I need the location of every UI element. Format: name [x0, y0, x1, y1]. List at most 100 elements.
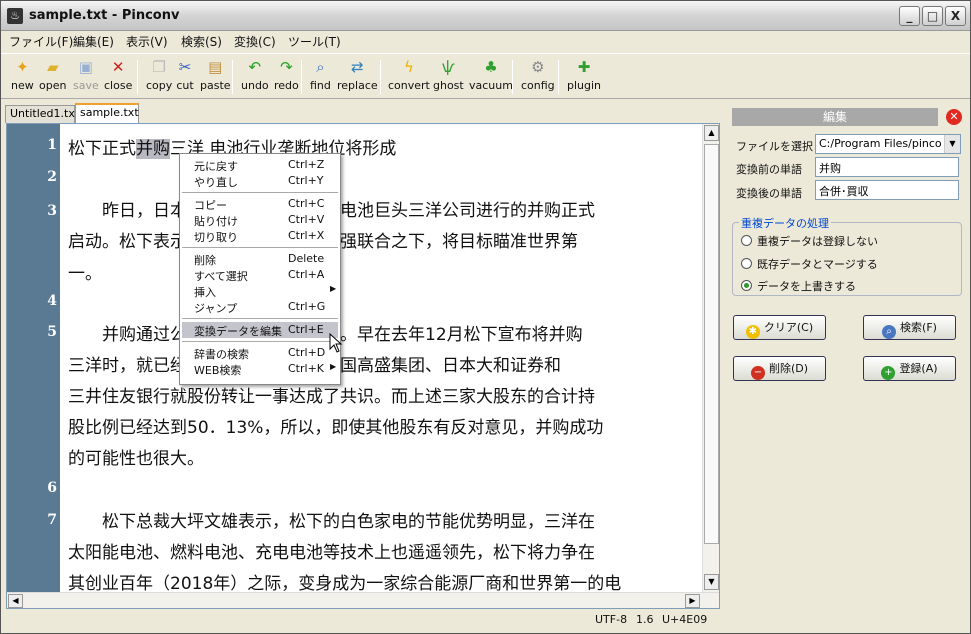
paste-button[interactable]: ▤ paste — [200, 58, 231, 98]
close-window-button[interactable]: X — [945, 6, 966, 26]
horizontal-scrollbar[interactable]: ◀ ▶ — [7, 592, 719, 608]
scissors-icon: ✂ — [178, 58, 192, 76]
toolbar-label: close — [104, 79, 133, 92]
cut-button[interactable]: ✂ cut — [176, 58, 194, 98]
delete-button[interactable]: − 削除(D) — [733, 356, 826, 381]
context-menu-item[interactable]: やり直し Ctrl+Y — [182, 173, 338, 189]
search-button[interactable]: ⌕ 検索(F) — [863, 315, 956, 340]
toolbar-label: find — [310, 79, 331, 92]
title-bar[interactable]: ♨ sample.txt - Pinconv _ □ X — [1, 1, 970, 31]
chevron-down-icon[interactable]: ▼ — [944, 135, 960, 153]
scroll-left-icon[interactable]: ◀ — [8, 594, 23, 608]
clear-star-icon: ✱ — [745, 325, 760, 339]
radio-no-register[interactable]: 重複データは登録しない — [741, 233, 878, 249]
maximize-button[interactable]: □ — [922, 6, 943, 26]
context-menu-item[interactable]: 変換データを編集 Ctrl+E — [182, 322, 338, 338]
menu-item-shortcut: Ctrl+Y — [288, 174, 324, 187]
scroll-up-icon[interactable]: ▲ — [704, 125, 719, 141]
menu-item-shortcut: Ctrl+D — [288, 346, 326, 359]
toolbar-label: vacuum — [469, 79, 513, 92]
menu-edit[interactable]: 編集(E) — [73, 33, 114, 50]
menu-item-shortcut: Ctrl+G — [288, 300, 326, 313]
after-word-label: 変換後の単語 — [736, 187, 802, 200]
context-menu-item[interactable]: 辞書の検索 Ctrl+D — [182, 345, 338, 361]
scroll-down-icon[interactable]: ▼ — [704, 574, 719, 590]
clear-button[interactable]: ✱ クリア(C) — [733, 315, 826, 340]
context-menu-item[interactable]: 挿入 ▶ — [182, 283, 338, 299]
scroll-right-icon[interactable]: ▶ — [685, 594, 700, 608]
ghost-button[interactable]: ѱ ghost — [433, 58, 464, 98]
menu-item-label: コピー — [194, 199, 227, 212]
radio-merge[interactable]: 既存データとマージする — [741, 256, 878, 272]
menu-item-label: 切り取り — [194, 231, 238, 244]
menu-item-shortcut: Delete — [288, 252, 325, 265]
vacuum-button[interactable]: ♣ vacuum — [469, 58, 513, 98]
replace-icon: ⇄ — [351, 58, 364, 76]
submenu-arrow-icon: ▶ — [330, 284, 337, 293]
redo-button[interactable]: ↷ redo — [274, 58, 299, 98]
open-button[interactable]: ▰ open — [39, 58, 66, 98]
menu-search[interactable]: 検索(S) — [181, 33, 222, 50]
context-menu-item[interactable]: コピー Ctrl+C — [182, 196, 338, 212]
replace-button[interactable]: ⇄ replace — [337, 58, 378, 98]
menu-item-shortcut: Ctrl+Z — [288, 158, 325, 171]
context-menu-item[interactable]: 貼り付け Ctrl+V — [182, 212, 338, 228]
context-menu-item[interactable]: WEB検索 Ctrl+K ▶ — [182, 361, 338, 377]
toolbar-label: new — [11, 79, 34, 92]
toolbar-separator — [301, 60, 302, 94]
toolbar-label: open — [39, 79, 67, 92]
register-button[interactable]: + 登録(A) — [863, 356, 956, 381]
menu-view[interactable]: 表示(V) — [126, 33, 168, 50]
menu-item-label: 削除 — [194, 254, 216, 267]
config-button[interactable]: ⚙ config — [521, 58, 555, 98]
context-menu-item[interactable]: 元に戻す Ctrl+Z — [182, 157, 338, 173]
context-menu: 元に戻す Ctrl+Z やり直し Ctrl+Y コピー Ctrl+C 貼り付け Ctrl+V 切… — [179, 153, 341, 385]
status-position: 1.6 — [636, 613, 654, 626]
find-button[interactable]: ⌕ find — [310, 58, 331, 98]
menu-file[interactable]: ファイル(F) — [9, 33, 73, 50]
file-select-dropdown[interactable]: C:/Program Files/pinco ▼ — [815, 134, 961, 154]
plugin-button[interactable]: ✚ plugin — [567, 58, 601, 98]
scroll-thumb[interactable] — [704, 144, 719, 544]
text-content[interactable]: 松下正式并购三洋 电池行业垄断地位将形成 昨日，日本家电巨头松下公司对电池巨头三… — [60, 124, 702, 594]
config-gear-icon: ⚙ — [531, 58, 545, 76]
text-editor[interactable]: 1 2 3 4 5 6 7 松下正式并购三洋 电池行业垄断地位将形成 昨日，日本… — [6, 123, 720, 609]
line-number: 1 — [47, 137, 57, 153]
tab-untitled1[interactable]: Untitled1.txt — [5, 105, 79, 123]
panel-title: 編集 — [732, 108, 938, 126]
convert-button[interactable]: ϟ convert — [388, 58, 430, 98]
text-line: 其创业百年（2018年）之际，变身成为一家综合能源厂商和世界第一的电 — [68, 574, 622, 594]
context-menu-item[interactable]: 削除 Delete — [182, 251, 338, 267]
vertical-scrollbar[interactable]: ▲ ▼ — [702, 124, 719, 592]
undo-button[interactable]: ↶ undo — [241, 58, 269, 98]
mouse-cursor-icon — [329, 333, 343, 353]
menu-item-shortcut: Ctrl+V — [288, 213, 325, 226]
save-disk-icon: ▣ — [78, 58, 93, 76]
toolbar: ✦ new ▰ open ▣ save ✕ close ❐ copy ✂ cut ▤ paste ↶ undo… — [1, 53, 970, 99]
selected-text: 并购 — [136, 139, 170, 159]
before-word-field[interactable]: 并购 — [815, 157, 959, 177]
tab-sample[interactable]: sample.txt — [75, 103, 139, 123]
status-encoding: UTF-8 — [595, 613, 628, 626]
line-number: 4 — [47, 293, 57, 309]
after-word-field[interactable]: 合併･買収 — [815, 180, 959, 200]
text-line: 松下总裁大坪文雄表示，松下的白色家电的节能优势明显，三洋在 — [68, 512, 595, 532]
panel-close-icon[interactable]: ✕ — [946, 109, 962, 125]
menu-tools[interactable]: ツール(T) — [288, 33, 341, 50]
context-menu-item[interactable]: 切り取り Ctrl+X — [182, 228, 338, 244]
context-menu-item[interactable]: ジャンプ Ctrl+G — [182, 299, 338, 315]
text-line: 股比例已经达到50．13%，所以，即使其他股东有反对意见，并购成功 — [68, 418, 604, 438]
new-button[interactable]: ✦ new — [11, 58, 34, 98]
radio-overwrite[interactable]: データを上書きする — [741, 278, 856, 294]
save-button[interactable]: ▣ save — [73, 58, 99, 98]
context-menu-item[interactable]: すべて選択 Ctrl+A — [182, 267, 338, 283]
menu-item-shortcut: Ctrl+K — [288, 362, 325, 375]
toolbar-label: redo — [274, 79, 299, 92]
close-button[interactable]: ✕ close — [104, 58, 132, 98]
minimize-button[interactable]: _ — [899, 6, 920, 26]
menu-convert[interactable]: 変換(C) — [234, 33, 276, 50]
new-file-icon: ✦ — [16, 58, 29, 76]
copy-button[interactable]: ❐ copy — [146, 58, 172, 98]
toolbar-label: save — [73, 79, 99, 92]
menu-item-label: 貼り付け — [194, 215, 238, 228]
